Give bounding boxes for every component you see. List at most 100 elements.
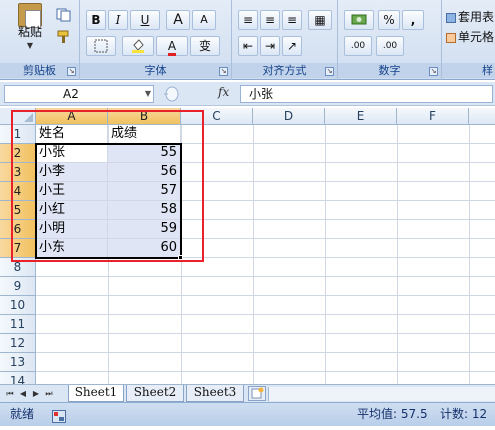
row-header-13[interactable]: 13 xyxy=(0,353,36,372)
format-painter-icon[interactable] xyxy=(56,30,72,44)
cell-b1[interactable]: 成绩 xyxy=(108,125,181,144)
name-box[interactable]: A2 ▼ xyxy=(4,85,154,103)
align-left-button[interactable]: ≡ xyxy=(238,10,258,30)
row-header-3[interactable]: 3 xyxy=(0,163,36,182)
tab-sheet2[interactable]: Sheet2 xyxy=(126,385,184,402)
formula-input[interactable]: 小张 xyxy=(240,85,493,103)
table-icon xyxy=(446,12,456,23)
insert-sheet-icon[interactable] xyxy=(248,386,266,401)
grow-font-button[interactable]: A xyxy=(166,10,190,30)
row-header-1[interactable]: 1 xyxy=(0,125,36,144)
cell-styles-button[interactable]: 单元格 xyxy=(446,28,495,44)
cell-a2[interactable]: 小张 xyxy=(36,144,108,163)
row-header-10[interactable]: 10 xyxy=(0,296,36,315)
column-header-g[interactable] xyxy=(469,108,495,125)
alignment-group-label: 对齐方式 xyxy=(232,63,337,78)
cell-b4[interactable]: 57 xyxy=(108,182,181,201)
cell-a5[interactable]: 小红 xyxy=(36,201,108,220)
column-header-c[interactable]: C xyxy=(181,108,253,125)
paste-button[interactable]: 粘贴 ▼ xyxy=(8,3,52,61)
comma-button[interactable]: , xyxy=(402,10,424,30)
cell-b3[interactable]: 56 xyxy=(108,163,181,182)
insert-function-icon[interactable]: fx xyxy=(218,85,229,99)
number-group-label: 数字 xyxy=(338,63,441,78)
dialog-launcher-icon[interactable]: ↘ xyxy=(325,67,334,76)
tab-sheet3[interactable]: Sheet3 xyxy=(186,385,244,402)
borders-button[interactable] xyxy=(86,36,116,56)
macro-record-icon[interactable] xyxy=(52,408,66,423)
fill-color-button[interactable] xyxy=(122,36,154,56)
cell-styles-label: 单元格 xyxy=(458,30,495,44)
row-header-5[interactable]: 5 xyxy=(0,201,36,220)
number-group: % , .00 .00 数字 ↘ xyxy=(338,0,442,80)
chevron-down-icon[interactable]: ▼ xyxy=(145,86,151,102)
increase-decimal-button[interactable]: .00 xyxy=(344,36,372,56)
decrease-indent-button[interactable]: ⇤ xyxy=(238,36,258,56)
percent-button[interactable]: % xyxy=(378,10,400,30)
clipboard-group: 粘贴 ▼ 剪贴板 ↘ xyxy=(0,0,80,80)
column-header-b[interactable]: B xyxy=(108,108,181,125)
column-header-f[interactable]: F xyxy=(397,108,469,125)
first-sheet-icon[interactable]: ⏮ xyxy=(4,387,16,400)
row-header-12[interactable]: 12 xyxy=(0,334,36,353)
format-as-table-button[interactable]: 套用表 xyxy=(446,8,495,24)
merge-center-icon[interactable]: ▦ xyxy=(308,10,332,30)
underline-button[interactable]: U xyxy=(130,10,160,30)
row-header-9[interactable]: 9 xyxy=(0,277,36,296)
font-group: B I U A A A 变 字体 ↘ xyxy=(80,0,232,80)
column-header-d[interactable]: D xyxy=(253,108,325,125)
prev-sheet-icon[interactable]: ◀ xyxy=(17,387,29,400)
ribbon: 粘贴 ▼ 剪贴板 ↘ B I U A A A 变 字体 ↘ ≡ ≡ ≡ ▦ ⇤ … xyxy=(0,0,495,80)
row-header-8[interactable]: 8 xyxy=(0,258,36,277)
select-all-button[interactable] xyxy=(0,108,36,125)
shrink-font-button[interactable]: A xyxy=(192,10,216,30)
dialog-launcher-icon[interactable]: ↘ xyxy=(67,67,76,76)
font-group-label: 字体 xyxy=(80,63,231,78)
cell-a6[interactable]: 小明 xyxy=(36,220,108,239)
dialog-launcher-icon[interactable]: ↘ xyxy=(429,67,438,76)
font-color-button[interactable]: A xyxy=(156,36,188,56)
row-header-7[interactable]: 7 xyxy=(0,239,36,258)
bold-button[interactable]: B xyxy=(86,10,106,30)
sheet-tabs-bar: ⏮ ◀ ▶ ⏭ Sheet1 Sheet2 Sheet3 xyxy=(0,384,495,402)
orientation-button[interactable]: ↗ xyxy=(282,36,302,56)
align-right-button[interactable]: ≡ xyxy=(282,10,302,30)
dialog-launcher-icon[interactable]: ↘ xyxy=(219,67,228,76)
cell-a3[interactable]: 小李 xyxy=(36,163,108,182)
cell-a7[interactable]: 小东 xyxy=(36,239,108,258)
spreadsheet-grid: A B C D E F 1 2 3 4 5 6 7 8 9 10 11 12 1… xyxy=(0,108,495,384)
name-box-value: A2 xyxy=(63,87,79,101)
row-header-2[interactable]: 2 xyxy=(0,144,36,163)
styles-group-label: 样 xyxy=(442,63,495,78)
horizontal-scrollbar[interactable] xyxy=(268,387,495,401)
italic-button[interactable]: I xyxy=(108,10,128,30)
cell-b5[interactable]: 58 xyxy=(108,201,181,220)
align-center-button[interactable]: ≡ xyxy=(260,10,280,30)
cell-b2[interactable]: 55 xyxy=(108,144,181,163)
copy-icon[interactable] xyxy=(56,8,72,22)
column-header-e[interactable]: E xyxy=(325,108,397,125)
cell-b6[interactable]: 59 xyxy=(108,220,181,239)
row-header-4[interactable]: 4 xyxy=(0,182,36,201)
cell-b7[interactable]: 60 xyxy=(108,239,181,258)
font-color-glyph: A xyxy=(167,39,177,56)
status-average: 平均值: 57.5 xyxy=(357,407,428,421)
accounting-format-button[interactable] xyxy=(344,10,374,30)
decrease-decimal-button[interactable]: .00 xyxy=(376,36,404,56)
formula-bar-splitter[interactable] xyxy=(162,85,212,103)
row-header-14[interactable]: 14 xyxy=(0,372,36,384)
last-sheet-icon[interactable]: ⏭ xyxy=(43,387,55,400)
increase-indent-button[interactable]: ⇥ xyxy=(260,36,280,56)
chevron-down-icon[interactable]: ▼ xyxy=(8,41,52,50)
phonetic-button[interactable]: 变 xyxy=(190,36,220,56)
column-header-a[interactable]: A xyxy=(36,108,108,125)
cell-a4[interactable]: 小王 xyxy=(36,182,108,201)
tab-sheet1[interactable]: Sheet1 xyxy=(68,385,124,402)
formula-bar: A2 ▼ fx 小张 xyxy=(0,82,495,106)
next-sheet-icon[interactable]: ▶ xyxy=(30,387,42,400)
row-header-6[interactable]: 6 xyxy=(0,220,36,239)
format-as-table-label: 套用表 xyxy=(458,10,495,24)
row-header-11[interactable]: 11 xyxy=(0,315,36,334)
cell-a1[interactable]: 姓名 xyxy=(36,125,108,144)
fill-handle[interactable] xyxy=(178,255,183,260)
